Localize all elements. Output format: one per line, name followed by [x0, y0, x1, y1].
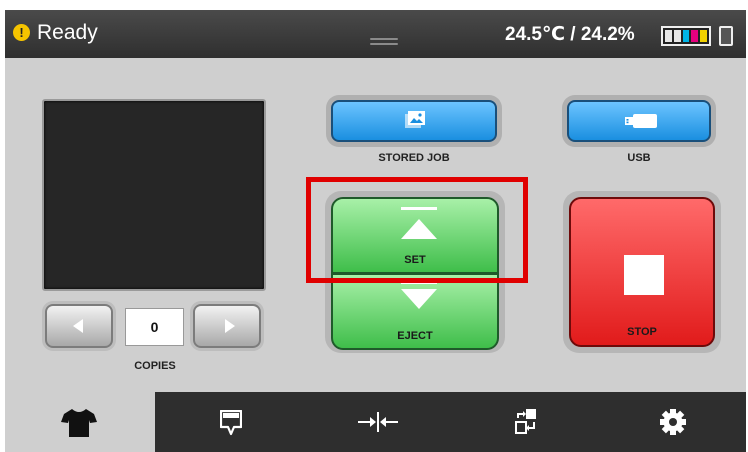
tab-transfer[interactable] [451, 392, 599, 452]
copies-field[interactable]: 0 [125, 308, 184, 346]
gear-icon [660, 409, 686, 435]
transfer-icon [515, 409, 536, 434]
photo-folder-icon [405, 111, 425, 128]
stored-job-button[interactable] [331, 100, 497, 142]
waste-ink-indicator [719, 26, 733, 46]
eject-button[interactable]: EJECT [331, 274, 499, 350]
screen: ! Ready 24.5℃ / 24.2% 0 COPIES STORED JO… [0, 0, 748, 452]
print-preview [42, 99, 266, 291]
usb-label: USB [627, 152, 651, 164]
copies-increment-button[interactable] [193, 304, 261, 348]
ink-level-4 [691, 30, 699, 42]
stop-icon [624, 255, 664, 295]
warning-icon: ! [13, 24, 30, 41]
status-text: Ready [37, 21, 98, 44]
copies-label: COPIES [134, 360, 176, 372]
bottom-tab-bar [5, 392, 746, 452]
pull-down-handle[interactable] [370, 38, 398, 48]
ink-level-1 [665, 30, 672, 42]
tab-print-head[interactable] [155, 392, 303, 452]
ink-level-2 [673, 30, 681, 42]
temperature-humidity: 24.5℃ / 24.2% [505, 24, 635, 45]
ink-level-3 [682, 30, 690, 42]
usb-button[interactable] [567, 100, 711, 142]
highlight-box [306, 177, 528, 283]
tab-settings[interactable] [599, 392, 746, 452]
ink-level-indicator[interactable] [661, 26, 711, 46]
printer-panel: ! Ready 24.5℃ / 24.2% 0 COPIES STORED JO… [5, 10, 746, 452]
stop-label: STOP [627, 326, 657, 338]
ink-level-5 [700, 30, 707, 42]
eject-label: EJECT [397, 330, 433, 342]
usb-drive-icon [625, 114, 657, 128]
status-bar: ! Ready 24.5℃ / 24.2% [5, 10, 746, 58]
stored-job-label: STORED JOB [378, 152, 450, 164]
copies-decrement-button[interactable] [45, 304, 113, 348]
arrow-down-icon [401, 289, 437, 309]
stop-button[interactable]: STOP [569, 197, 715, 347]
tab-print[interactable] [5, 392, 155, 452]
tab-alignment[interactable] [303, 392, 451, 452]
align-icon [358, 412, 398, 432]
tshirt-icon [61, 409, 97, 437]
print-head-icon [220, 410, 242, 436]
